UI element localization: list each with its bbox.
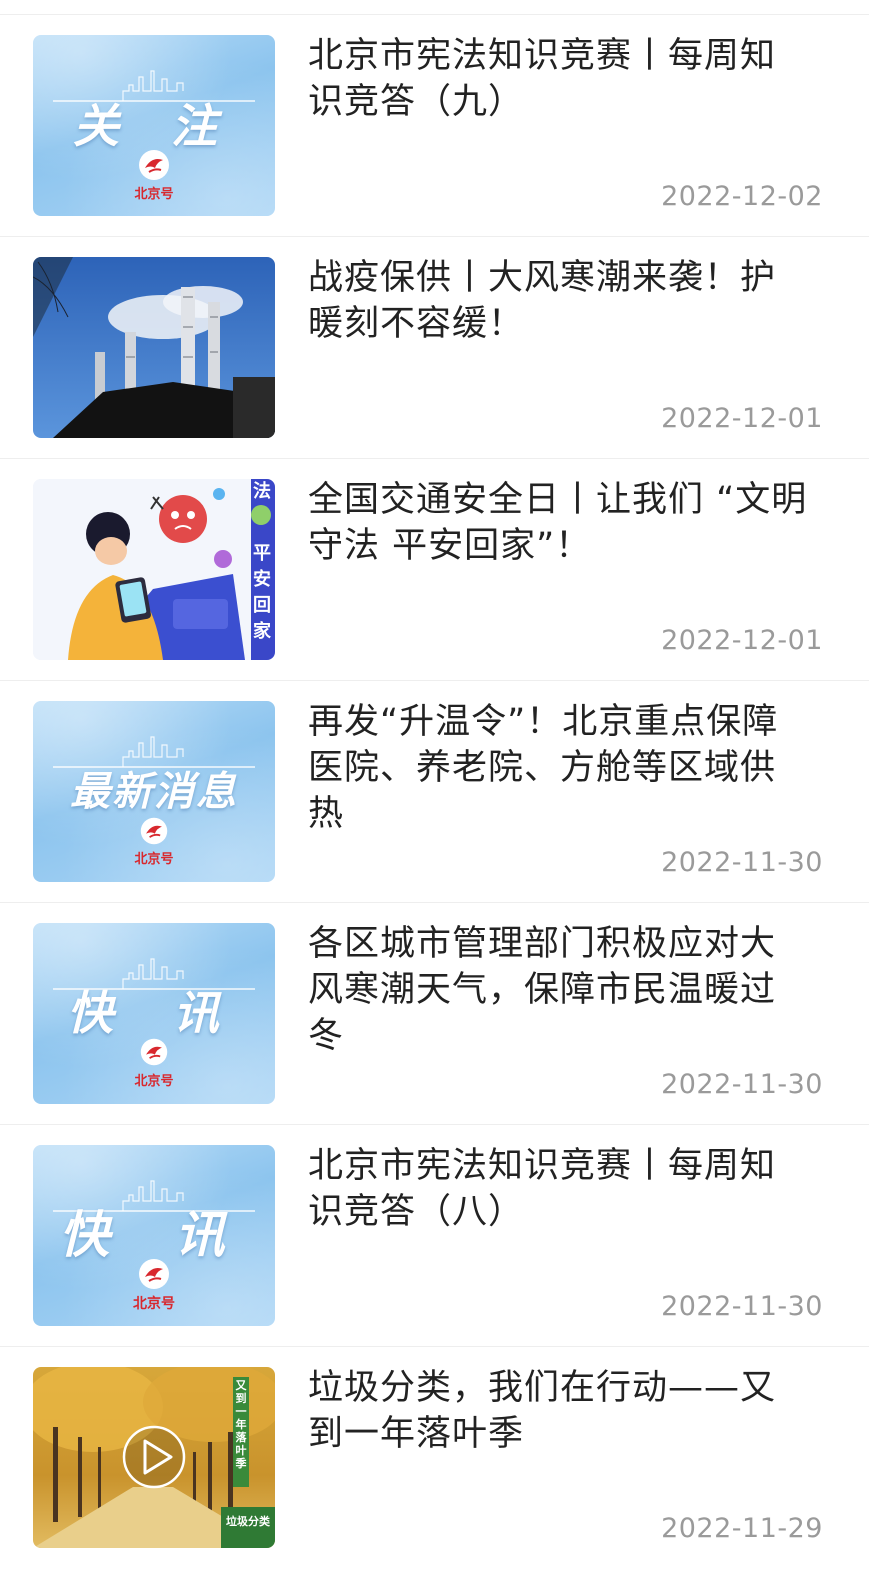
side-char: 家	[253, 621, 271, 642]
article-date: 2022-12-02	[661, 181, 823, 212]
placard-text: 关 注	[72, 99, 235, 153]
brand-label: 北京号	[134, 1074, 174, 1089]
article-title[interactable]: 再发“升温令”！北京重点保障医院、养老院、方舱等区域供热	[308, 699, 808, 837]
brand-label: 北京号	[134, 852, 174, 867]
thumbnail[interactable]: 最新消息 北京号	[33, 701, 275, 882]
side-char: 安	[253, 569, 271, 590]
list-item[interactable]: 快 讯 北京号 北京市宪法知识竞赛丨每周知识竞答（八） 2022-11-30	[0, 1125, 869, 1347]
article-date: 2022-12-01	[661, 403, 823, 434]
article-title[interactable]: 战疫保供丨大风寒潮来袭！护暖刻不容缓！	[308, 255, 808, 347]
placard-text: 最新消息	[70, 769, 238, 815]
thumbnail[interactable]: 快 讯 北京号	[33, 1145, 275, 1326]
play-icon[interactable]	[124, 1427, 184, 1487]
traffic-illustration	[33, 479, 275, 660]
list-item[interactable]: 最新消息 北京号 再发“升温令”！北京重点保障医院、养老院、方舱等区域供热 20…	[0, 681, 869, 903]
list-item[interactable]: 又到一年落叶季 垃圾分类 垃圾分类，我们在行动——又到一年落叶季 2022-11…	[0, 1347, 869, 1569]
article-title[interactable]: 全国交通安全日丨让我们 “文明守法 平安回家”！	[308, 477, 808, 569]
article-title[interactable]: 垃圾分类，我们在行动——又到一年落叶季	[308, 1365, 808, 1457]
article-date: 2022-11-30	[661, 1069, 823, 1100]
side-char: 回	[253, 595, 271, 616]
placard-image: 快 讯 北京号	[33, 923, 275, 1104]
article-date: 2022-11-30	[661, 847, 823, 878]
side-char: 平	[253, 543, 271, 564]
thumbnail[interactable]: 快 讯 北京号	[33, 923, 275, 1104]
placard-image: 快 讯 北京号	[33, 1145, 275, 1326]
beijing-logo-icon	[140, 817, 168, 845]
beijing-logo-icon	[139, 150, 169, 180]
article-date: 2022-11-29	[661, 1513, 823, 1544]
placard-text: 快 讯	[66, 986, 241, 1040]
side-char: 法	[253, 481, 271, 502]
brand-label: 北京号	[134, 187, 174, 202]
video-banner-text: 又到一年落叶季	[235, 1379, 247, 1470]
chimneys-photo	[33, 257, 275, 438]
placard-image: 最新消息 北京号	[33, 701, 275, 882]
article-date: 2022-11-30	[661, 1291, 823, 1322]
placard-image: 关 注 北京号	[33, 35, 275, 216]
video-badge-text: 垃圾分类	[226, 1515, 270, 1528]
thumbnail[interactable]: 又到一年落叶季 垃圾分类	[33, 1367, 275, 1548]
thumbnail[interactable]: 法 平 安 回 家	[33, 479, 275, 660]
list-item[interactable]: 快 讯 北京号 各区城市管理部门积极应对大风寒潮天气，保障市民温暖过冬 2022…	[0, 903, 869, 1125]
article-title[interactable]: 北京市宪法知识竞赛丨每周知识竞答（九）	[308, 33, 808, 125]
news-feed: 关 注 北京号 北京市宪法知识竞赛丨每周知识竞答（九） 2022-12-02 战…	[0, 0, 869, 1590]
list-item[interactable]: 战疫保供丨大风寒潮来袭！护暖刻不容缓！ 2022-12-01	[0, 237, 869, 459]
thumbnail[interactable]	[33, 257, 275, 438]
article-title[interactable]: 各区城市管理部门积极应对大风寒潮天气，保障市民温暖过冬	[308, 921, 808, 1059]
side-vertical-text: 法 平 安 回 家	[251, 479, 273, 645]
article-title[interactable]: 北京市宪法知识竞赛丨每周知识竞答（八）	[308, 1143, 808, 1235]
list-item[interactable]: 关 注 北京号 北京市宪法知识竞赛丨每周知识竞答（九） 2022-12-02	[0, 15, 869, 237]
beijing-logo-icon	[139, 1259, 169, 1289]
list-item[interactable]: 法 平 安 回 家 全国交通安全日丨让我们 “文明守法 平安回家”！ 2022-…	[0, 459, 869, 681]
thumbnail[interactable]: 关 注 北京号	[33, 35, 275, 216]
beijing-logo-icon	[140, 1038, 168, 1066]
brand-label: 北京号	[133, 1296, 175, 1312]
article-date: 2022-12-01	[661, 625, 823, 656]
